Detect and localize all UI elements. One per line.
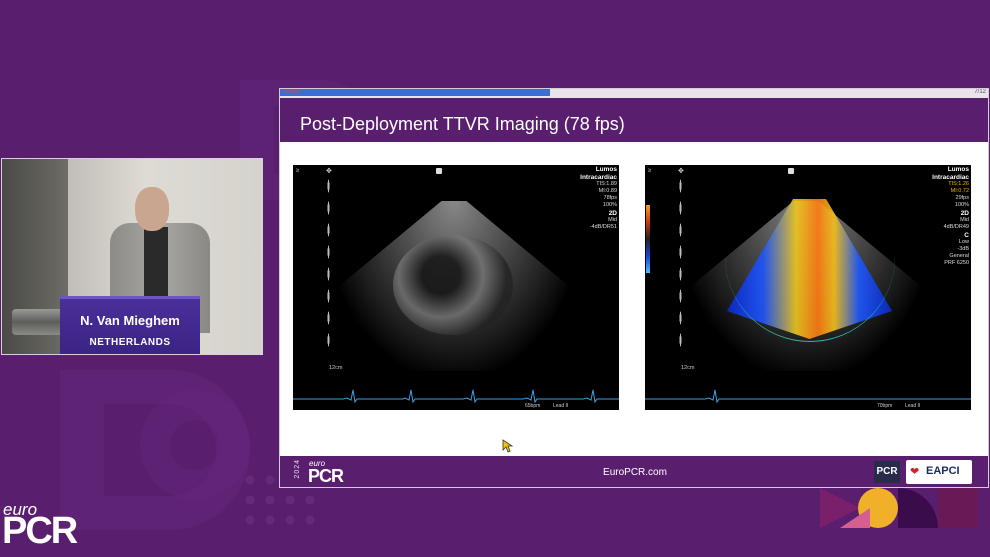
slide-footer: 2024 euro PCR EuroPCR.com PCR ❤ EAPCI — [280, 456, 988, 487]
mode-setting: Mid — [960, 217, 969, 223]
ultrasound-settings: Lumos Intracardiac TIS:1.89 MI:0.89 78fp… — [580, 165, 617, 231]
color-preset: General — [949, 253, 969, 259]
depth-label: 12cm — [681, 365, 695, 371]
mode-gain: -4dB/DR51 — [589, 224, 617, 230]
probe-name: Lumos — [595, 166, 617, 173]
speaker-video: N. Van Mieghem NETHERLANDS — [1, 158, 263, 355]
speaker-shirt — [144, 227, 168, 297]
ecg-trace — [293, 389, 619, 404]
crosshair-icon: ✥ — [678, 168, 684, 175]
ecg-lead: Lead II — [553, 403, 569, 409]
mouse-cursor-icon — [502, 439, 514, 453]
tis-value: TIS:1.89 — [596, 181, 617, 187]
ecg-trace — [645, 389, 971, 404]
eapci-label: EAPCI — [926, 465, 960, 477]
depth-scale — [679, 175, 682, 350]
color-setting: Low — [958, 239, 969, 245]
depth-scale — [327, 175, 330, 350]
speaker-name: N. Van Mieghem — [80, 313, 180, 328]
ultrasound-settings: Lumos Intracardiac TIS:1.26 MI:0.72 29fp… — [932, 165, 969, 267]
power-value: 100% — [954, 202, 969, 208]
slide-progress-track: Section 7/12 — [280, 89, 988, 98]
crosshair-icon: ✥ — [326, 168, 332, 175]
prf-value: PRF 6250 — [944, 260, 969, 266]
mi-value: MI:0.89 — [598, 188, 617, 194]
ultrasound-panel-left: ≥ ✥ Lumos Intracardiac TIS:1.89 MI:0.89 … — [293, 165, 619, 410]
event-logo-pcr: PCR — [2, 510, 78, 552]
presentation-slide: Section 7/12 Post-Deployment TTVR Imagin… — [279, 88, 989, 488]
depth-label: 12cm — [329, 365, 343, 371]
color-mode-label: C — [964, 232, 969, 239]
probe-type: Intracardiac — [932, 174, 969, 181]
fps-value: 29fps — [955, 195, 969, 201]
ultrasound-panel-right: ≥ ✥ Lumos Intracardiac TIS:1.26 MI:0.72 … — [645, 165, 971, 410]
eapci-badge: ❤ EAPCI — [906, 460, 972, 484]
mode-label: 2D — [960, 210, 969, 217]
heart-icon: ❤ — [910, 466, 920, 478]
podium: N. Van Mieghem NETHERLANDS — [60, 296, 200, 354]
probe-name: Lumos — [947, 166, 969, 173]
mode-label: 2D — [608, 210, 617, 217]
speaker-country: NETHERLANDS — [89, 337, 171, 348]
slide-counter: 7/12 — [974, 89, 986, 95]
power-value: 100% — [602, 202, 617, 208]
slide-section-label: Section — [283, 89, 300, 95]
speaker-head — [135, 187, 169, 231]
mode-gain: 4dB/DR49 — [943, 224, 969, 230]
pcr-badge: PCR — [874, 461, 900, 483]
decor-quarter — [898, 488, 938, 528]
probe-marker-icon: ≥ — [648, 168, 652, 174]
ecg-lead: Lead II — [905, 403, 921, 409]
tis-value: TIS:1.26 — [948, 181, 969, 187]
slide-progress-bar — [280, 89, 550, 96]
bg-decor-o — [140, 390, 250, 500]
vendor-logo-icon — [788, 168, 794, 174]
fps-value: 78fps — [603, 195, 617, 201]
heart-rate: 65bpm — [525, 403, 541, 409]
color-scale-bar — [646, 205, 650, 273]
vendor-logo-icon — [436, 168, 442, 174]
heart-rate: 70bpm — [877, 403, 893, 409]
color-gain: -3dB — [957, 246, 969, 252]
probe-marker-icon: ≥ — [296, 168, 300, 174]
mode-setting: Mid — [608, 217, 617, 223]
slide-header: Post-Deployment TTVR Imaging (78 fps) — [280, 98, 988, 142]
decor-square — [938, 488, 978, 528]
slide-title: Post-Deployment TTVR Imaging (78 fps) — [300, 114, 625, 134]
probe-type: Intracardiac — [580, 174, 617, 181]
ultrasound-structure — [393, 235, 513, 335]
mi-value: MI:0.72 — [950, 188, 969, 194]
